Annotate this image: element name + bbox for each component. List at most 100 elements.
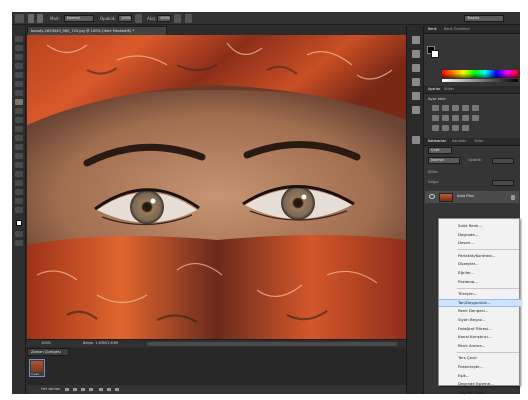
photo-filter-adjust-icon[interactable] xyxy=(462,115,469,121)
curves-adjust-icon[interactable] xyxy=(452,105,459,111)
menu-item[interactable]: Titreşim... xyxy=(439,290,521,299)
mode-select[interactable]: Normal xyxy=(64,15,94,22)
move-tool-icon[interactable] xyxy=(15,36,23,42)
layer-opacity-input[interactable] xyxy=(492,158,514,164)
menu-item[interactable]: Renk Arama... xyxy=(439,342,521,351)
menu-item[interactable]: Kanal Karıştırıcı... xyxy=(439,333,521,342)
workspace-select[interactable]: Tasarla xyxy=(464,15,504,22)
tween-icon[interactable] xyxy=(99,388,103,391)
properties-icon[interactable] xyxy=(412,78,420,86)
shape-tool-icon[interactable] xyxy=(15,189,23,195)
tab-styles[interactable]: Stiller xyxy=(444,87,454,92)
vibrance-adjust-icon[interactable] xyxy=(472,105,479,111)
menu-item[interactable]: Düzeyler... xyxy=(439,260,521,269)
duplicate-frame-icon[interactable] xyxy=(107,388,111,391)
brush-panel-icon[interactable] xyxy=(412,64,420,72)
timeline-tab[interactable]: Zaman Çizelgesi xyxy=(27,348,69,356)
opacity-input[interactable]: 100% xyxy=(118,15,132,22)
dodge-tool-icon[interactable] xyxy=(15,153,23,159)
channel-mixer-adjust-icon[interactable] xyxy=(472,115,479,121)
airbrush-icon[interactable] xyxy=(174,14,181,23)
tab-color[interactable]: Renk xyxy=(428,27,437,32)
brush-tool-icon[interactable] xyxy=(15,99,23,105)
fill-input[interactable] xyxy=(492,180,514,186)
paragraph-icon[interactable] xyxy=(412,92,420,100)
hue-saturation-adjust-icon[interactable] xyxy=(432,115,439,121)
eraser-tool-icon[interactable] xyxy=(15,126,23,132)
next-frame-icon[interactable] xyxy=(89,388,93,391)
menu-item[interactable]: Desen... xyxy=(439,239,521,248)
pen-tool-icon[interactable] xyxy=(15,162,23,168)
history-brush-tool-icon[interactable] xyxy=(15,117,23,123)
crop-tool-icon[interactable] xyxy=(15,72,23,78)
menu-item[interactable]: Parlaklık/Kontrast... xyxy=(439,252,521,261)
previous-frame-icon[interactable] xyxy=(73,388,77,391)
gradient-map-adjust-icon[interactable] xyxy=(462,125,469,131)
menu-item[interactable]: Solid Renk... xyxy=(439,222,521,231)
levels-adjust-icon[interactable] xyxy=(442,105,449,111)
blur-tool-icon[interactable] xyxy=(15,144,23,150)
color-balance-adjust-icon[interactable] xyxy=(442,115,449,121)
flow-input[interactable]: 100% xyxy=(157,15,171,22)
path-select-tool-icon[interactable] xyxy=(15,180,23,186)
menu-item[interactable]: Siyah Beyaz... xyxy=(439,316,521,325)
brush-size-icon[interactable] xyxy=(28,14,34,23)
brush-preset-icon[interactable] xyxy=(15,14,24,23)
menu-item[interactable]: Posterleştir... xyxy=(439,363,521,372)
tab-adjustments[interactable]: Ayarlar xyxy=(428,87,440,92)
panel-foreground-swatch[interactable] xyxy=(431,50,439,58)
type-tool-icon[interactable] xyxy=(15,171,23,177)
eyedropper-tool-icon[interactable] xyxy=(15,81,23,87)
first-frame-icon[interactable] xyxy=(65,388,69,391)
quick-mask-icon[interactable] xyxy=(15,231,23,237)
healing-brush-tool-icon[interactable] xyxy=(15,90,23,96)
visibility-eye-icon[interactable] xyxy=(429,194,435,199)
menu-item[interactable]: Degrade... xyxy=(439,231,521,240)
blend-mode-select[interactable]: Normal xyxy=(428,157,460,164)
menu-item[interactable]: Pozlama... xyxy=(439,278,521,287)
menu-item[interactable]: Eşik... xyxy=(439,372,521,381)
menu-item[interactable]: Fotoğraf Filtresi... xyxy=(439,325,521,334)
menu-item[interactable]: Eğriler... xyxy=(439,269,521,278)
layer-filter-select[interactable]: Çeşit xyxy=(428,147,452,154)
tab-swatches[interactable]: Renk Örnekleri xyxy=(444,27,470,32)
quick-select-tool-icon[interactable] xyxy=(15,63,23,69)
layer-row[interactable]: Arka Plan xyxy=(425,191,519,203)
delete-frame-icon[interactable] xyxy=(115,388,119,391)
info-icon[interactable] xyxy=(412,136,420,144)
black-white-adjust-icon[interactable] xyxy=(452,115,459,121)
brightness-adjust-icon[interactable] xyxy=(432,105,439,111)
document-info[interactable]: Belge: 1,63M/1,63M xyxy=(83,341,118,346)
grayscale-ramp[interactable] xyxy=(442,79,518,82)
marquee-tool-icon[interactable] xyxy=(15,45,23,51)
gradient-tool-icon[interactable] xyxy=(15,135,23,141)
character-icon[interactable] xyxy=(412,106,420,114)
horizontal-scrollbar[interactable] xyxy=(147,342,397,346)
tab-layers[interactable]: Katmanlar xyxy=(428,139,446,144)
menu-item[interactable]: Ton/Doygunluk... xyxy=(439,298,521,308)
clone-stamp-tool-icon[interactable] xyxy=(15,108,23,114)
lasso-tool-icon[interactable] xyxy=(15,54,23,60)
zoom-tool-icon[interactable] xyxy=(15,207,23,213)
invert-adjust-icon[interactable] xyxy=(432,125,439,131)
screen-mode-icon[interactable] xyxy=(15,240,23,246)
play-icon[interactable] xyxy=(81,388,85,391)
pressure-opacity-icon[interactable] xyxy=(135,14,142,23)
actions-icon[interactable] xyxy=(412,50,420,58)
document-tab[interactable]: beauty-1693049_960_720.jpg @ 100% (Hale … xyxy=(27,26,167,35)
animation-frame[interactable]: 0 san. xyxy=(29,359,45,377)
hand-tool-icon[interactable] xyxy=(15,198,23,204)
foreground-color-swatch[interactable] xyxy=(16,220,22,226)
exposure-adjust-icon[interactable] xyxy=(462,105,469,111)
color-spectrum[interactable] xyxy=(442,70,518,78)
threshold-adjust-icon[interactable] xyxy=(452,125,459,131)
document-canvas[interactable] xyxy=(27,35,406,339)
frame-delay[interactable]: 0 san. xyxy=(31,373,40,376)
menu-item[interactable]: Seçmeli Renk... xyxy=(439,389,521,398)
menu-item[interactable]: Degrade Eşleme... xyxy=(439,380,521,389)
menu-item[interactable]: Ters Çevir xyxy=(439,354,521,363)
posterize-adjust-icon[interactable] xyxy=(442,125,449,131)
tab-paths[interactable]: Yollar xyxy=(474,139,483,144)
history-icon[interactable] xyxy=(412,36,420,44)
loop-select[interactable]: Her zaman xyxy=(41,387,60,392)
